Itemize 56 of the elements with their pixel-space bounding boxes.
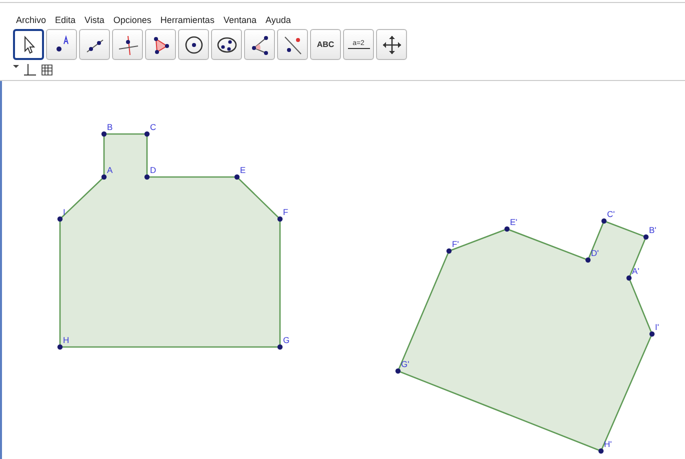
- point-label: G: [283, 335, 290, 345]
- tool-button[interactable]: [46, 29, 77, 60]
- point[interactable]: [504, 226, 510, 232]
- point[interactable]: [649, 331, 655, 337]
- point[interactable]: [234, 174, 240, 180]
- menu-item[interactable]: Vista: [84, 15, 104, 25]
- point-label: D': [591, 248, 599, 258]
- tool-button[interactable]: [79, 29, 110, 60]
- point-label: I: [63, 207, 66, 217]
- point-label: I': [655, 322, 659, 332]
- tool-button[interactable]: [112, 29, 143, 60]
- point-label: A': [632, 266, 640, 276]
- point-label: C: [150, 122, 156, 132]
- menu-item[interactable]: Edita: [55, 15, 76, 25]
- point-label: D: [150, 165, 156, 175]
- point-label: H: [63, 335, 70, 345]
- point-label: G': [401, 359, 410, 369]
- menu-item[interactable]: Ayuda: [266, 15, 291, 25]
- tool-button[interactable]: [145, 29, 176, 60]
- point-label: E': [510, 217, 518, 227]
- point-label: C': [607, 209, 615, 219]
- point[interactable]: [277, 344, 283, 350]
- point[interactable]: [585, 257, 591, 263]
- point[interactable]: [57, 216, 63, 222]
- tool-button[interactable]: [211, 29, 242, 60]
- tool-button[interactable]: [277, 29, 308, 60]
- menu-item[interactable]: Ventana: [223, 15, 256, 25]
- point[interactable]: [446, 248, 452, 254]
- point[interactable]: [57, 344, 63, 350]
- point[interactable]: [101, 174, 107, 180]
- menu-item[interactable]: Archivo: [16, 15, 46, 25]
- point[interactable]: [395, 368, 401, 374]
- point[interactable]: [598, 448, 604, 454]
- point[interactable]: [643, 234, 649, 240]
- point-label: B': [649, 225, 656, 235]
- text-tool-button[interactable]: ABC: [310, 29, 341, 60]
- axes-icon[interactable]: [24, 64, 36, 76]
- tool-button[interactable]: [376, 29, 407, 60]
- point[interactable]: [601, 218, 607, 224]
- point[interactable]: [626, 275, 632, 281]
- grid-icon[interactable]: [41, 64, 53, 76]
- point-label: F: [283, 207, 288, 217]
- tool-button[interactable]: [244, 29, 275, 60]
- menu-item[interactable]: Herramientas: [160, 15, 214, 25]
- tool-button[interactable]: [13, 29, 44, 60]
- point-label: H': [604, 439, 612, 449]
- point[interactable]: [144, 174, 150, 180]
- point-label: B: [107, 122, 113, 132]
- point[interactable]: [277, 216, 283, 222]
- tool-button[interactable]: [178, 29, 209, 60]
- menu-item[interactable]: Opciones: [113, 15, 152, 25]
- point-label: E: [240, 165, 246, 175]
- point-label: A: [107, 165, 113, 175]
- point[interactable]: [144, 131, 150, 137]
- point[interactable]: [101, 131, 107, 137]
- point-label: F': [452, 239, 459, 249]
